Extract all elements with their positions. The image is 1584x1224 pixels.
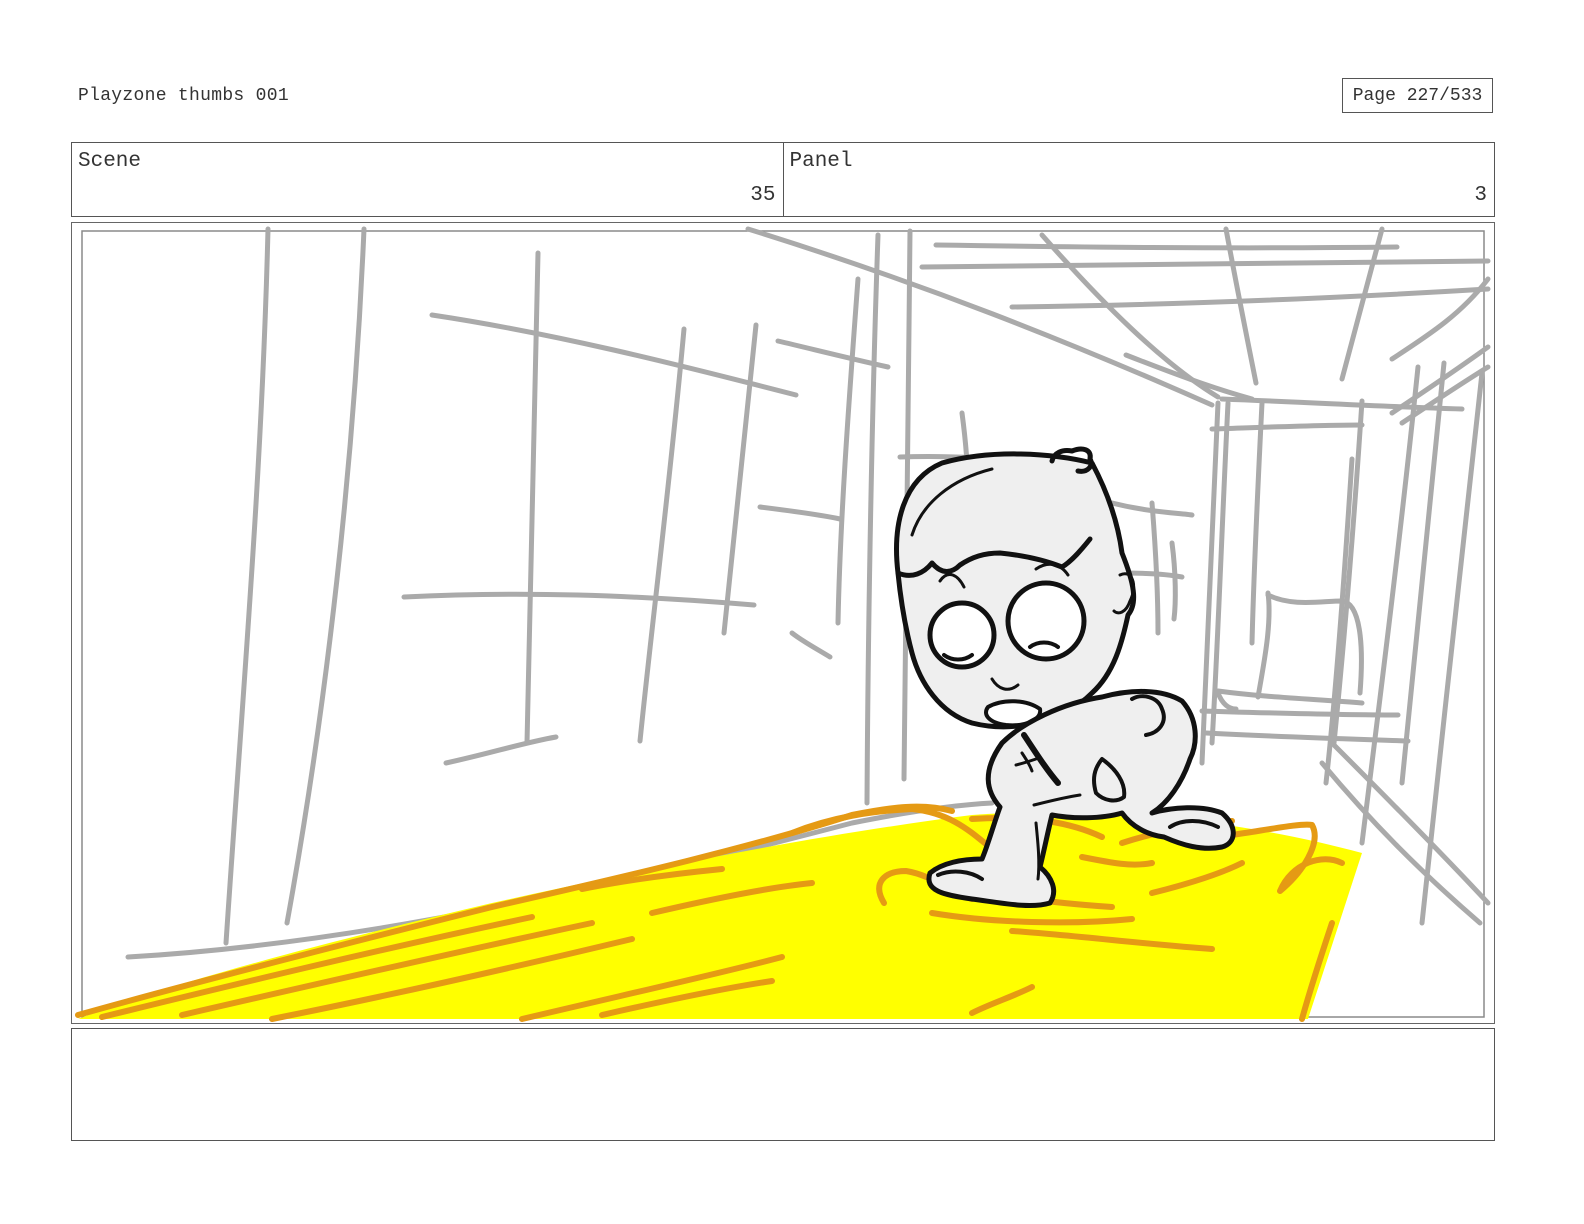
character-right-eye [1005,580,1087,662]
panel-number: 3 [1474,184,1487,207]
panel-cell: Panel 3 [782,143,1495,216]
storyboard-frame [71,222,1495,1024]
storyboard-sketch [75,226,1491,1022]
scene-number: 35 [750,184,776,207]
scene-cell: Scene 35 [72,143,783,216]
panel-label: Panel [789,150,853,173]
scene-label: Scene [78,150,142,173]
scene-panel-row: Scene 35 Panel 3 [71,142,1495,217]
document-title: Playzone thumbs 001 [78,86,289,106]
page-indicator: Page 227/533 [1342,78,1493,113]
notes-box [71,1028,1495,1141]
